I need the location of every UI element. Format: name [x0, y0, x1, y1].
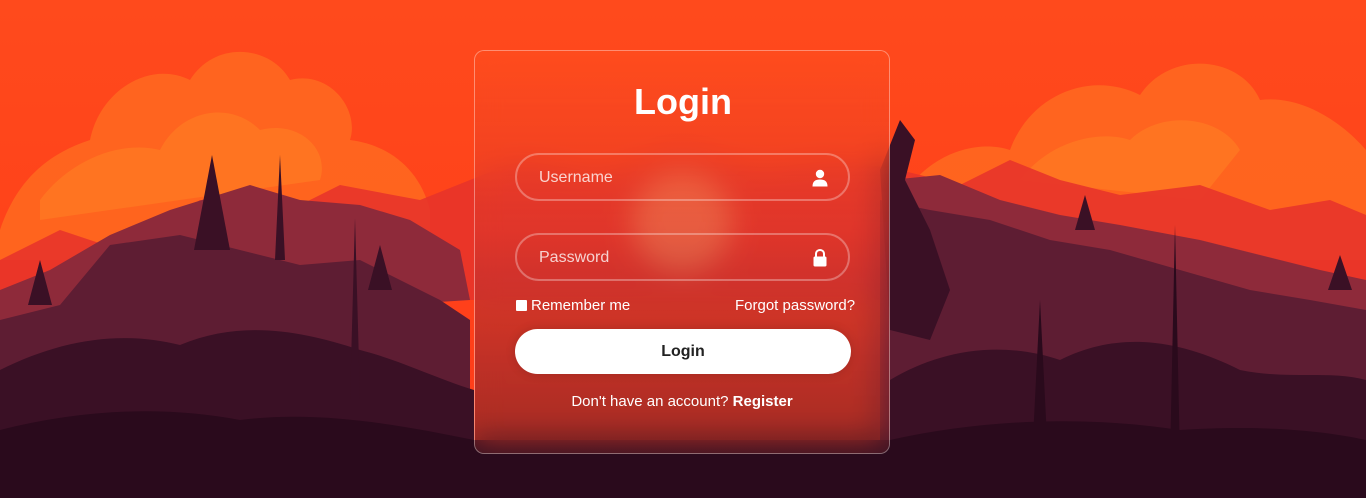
password-input[interactable] — [537, 235, 801, 281]
user-icon — [812, 169, 828, 187]
forgot-password-link[interactable]: Forgot password? — [735, 297, 855, 314]
remember-checkbox[interactable] — [516, 300, 527, 311]
lock-icon — [813, 249, 827, 267]
page-title: Login — [634, 81, 732, 122]
register-link[interactable]: Register — [733, 393, 793, 410]
login-button[interactable]: Login — [515, 329, 851, 374]
password-field[interactable] — [515, 233, 850, 281]
username-field[interactable] — [515, 153, 850, 201]
username-input[interactable] — [537, 155, 801, 201]
register-prompt: Don't have an account? — [571, 393, 733, 410]
remember-me[interactable]: Remember me — [516, 297, 630, 314]
remember-label: Remember me — [531, 297, 631, 314]
register-row: Don't have an account? Register — [474, 393, 890, 410]
